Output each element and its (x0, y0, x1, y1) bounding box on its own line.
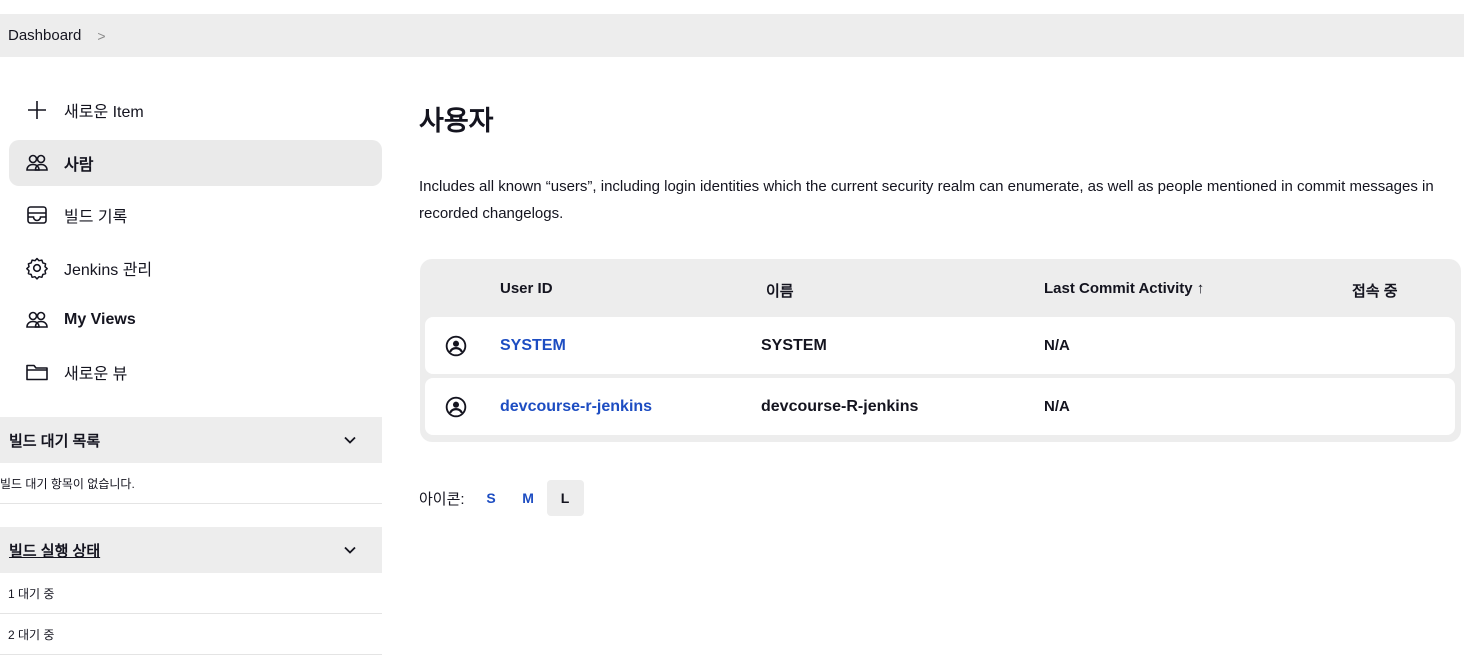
executor-row: 2 대기 중 (0, 614, 382, 655)
breadcrumb: Dashboard > (0, 14, 1464, 57)
executor-label: 1 대기 중 (8, 586, 55, 601)
sidebar-item-my-views[interactable]: My Views (9, 297, 382, 343)
sidebar-item-label: My Views (64, 311, 136, 328)
sidebar-item-people[interactable]: 사람 (9, 140, 382, 186)
table-row: devcourse-r-jenkins devcourse-R-jenkins … (425, 378, 1455, 435)
breadcrumb-dashboard[interactable]: Dashboard (8, 27, 81, 44)
user-avatar-icon (445, 396, 467, 418)
sidebar-item-label: 새로운 Item (64, 104, 144, 121)
sidebar-item-label: 빌드 기록 (64, 209, 128, 226)
icon-size-l[interactable]: L (546, 480, 584, 516)
sidebar-item-label: Jenkins 관리 (64, 262, 153, 279)
plus-icon (28, 101, 46, 119)
column-header-last-commit[interactable]: Last Commit Activity ↑ (1044, 280, 1204, 297)
sidebar-item-manage-jenkins[interactable]: Jenkins 관리 (9, 245, 382, 291)
sidebar-item-new-view[interactable]: 새로운 뷰 (9, 349, 382, 395)
user-name: devcourse-R-jenkins (761, 398, 919, 415)
breadcrumb-chevron-icon[interactable]: > (97, 28, 105, 44)
table-row: SYSTEM SYSTEM N/A (425, 317, 1455, 374)
sidebar-item-build-history[interactable]: 빌드 기록 (9, 192, 382, 238)
user-id-link[interactable]: devcourse-r-jenkins (500, 398, 652, 416)
user-last-commit: N/A (1044, 398, 1070, 415)
icon-size-m[interactable]: M (510, 480, 547, 516)
gear-icon (26, 257, 48, 280)
build-queue-title: 빌드 대기 목록 (9, 432, 101, 450)
column-header-online[interactable]: 접속 중 (1352, 280, 1398, 301)
executors-header: 빌드 실행 상태 (0, 527, 382, 573)
user-avatar-icon (445, 335, 467, 357)
build-queue-empty: 빌드 대기 항목이 없습니다. (0, 463, 382, 504)
column-header-name[interactable]: 이름 (766, 280, 794, 301)
column-header-user-id[interactable]: User ID (500, 280, 553, 297)
chevron-down-icon[interactable] (342, 542, 358, 558)
people-icon (26, 154, 48, 171)
sidebar-item-label: 사람 (64, 157, 94, 174)
page-description: Includes all known “users”, including lo… (419, 178, 1434, 222)
user-last-commit: N/A (1044, 337, 1070, 354)
user-id-link[interactable]: SYSTEM (500, 337, 566, 355)
user-name: SYSTEM (761, 337, 827, 354)
icon-size-selector: 아이콘: S M L (419, 480, 584, 516)
sidebar-item-label: 새로운 뷰 (64, 366, 128, 383)
icon-size-s[interactable]: S (473, 480, 510, 516)
people-icon (26, 311, 48, 328)
executor-row: 1 대기 중 (0, 573, 382, 614)
page-title: 사용자 (419, 106, 494, 136)
executors-title[interactable]: 빌드 실행 상태 (9, 540, 100, 561)
executor-label: 2 대기 중 (8, 627, 55, 642)
chevron-down-icon[interactable] (342, 432, 358, 448)
build-queue-empty-text: 빌드 대기 항목이 없습니다. (0, 476, 135, 491)
icon-size-label: 아이콘: (419, 490, 465, 508)
build-history-icon (27, 206, 47, 224)
build-queue-header: 빌드 대기 목록 (0, 417, 382, 463)
folder-icon (26, 364, 48, 381)
users-table: User ID 이름 Last Commit Activity ↑ 접속 중 S… (420, 259, 1461, 442)
sidebar-item-new-item[interactable]: 새로운 Item (9, 87, 382, 133)
